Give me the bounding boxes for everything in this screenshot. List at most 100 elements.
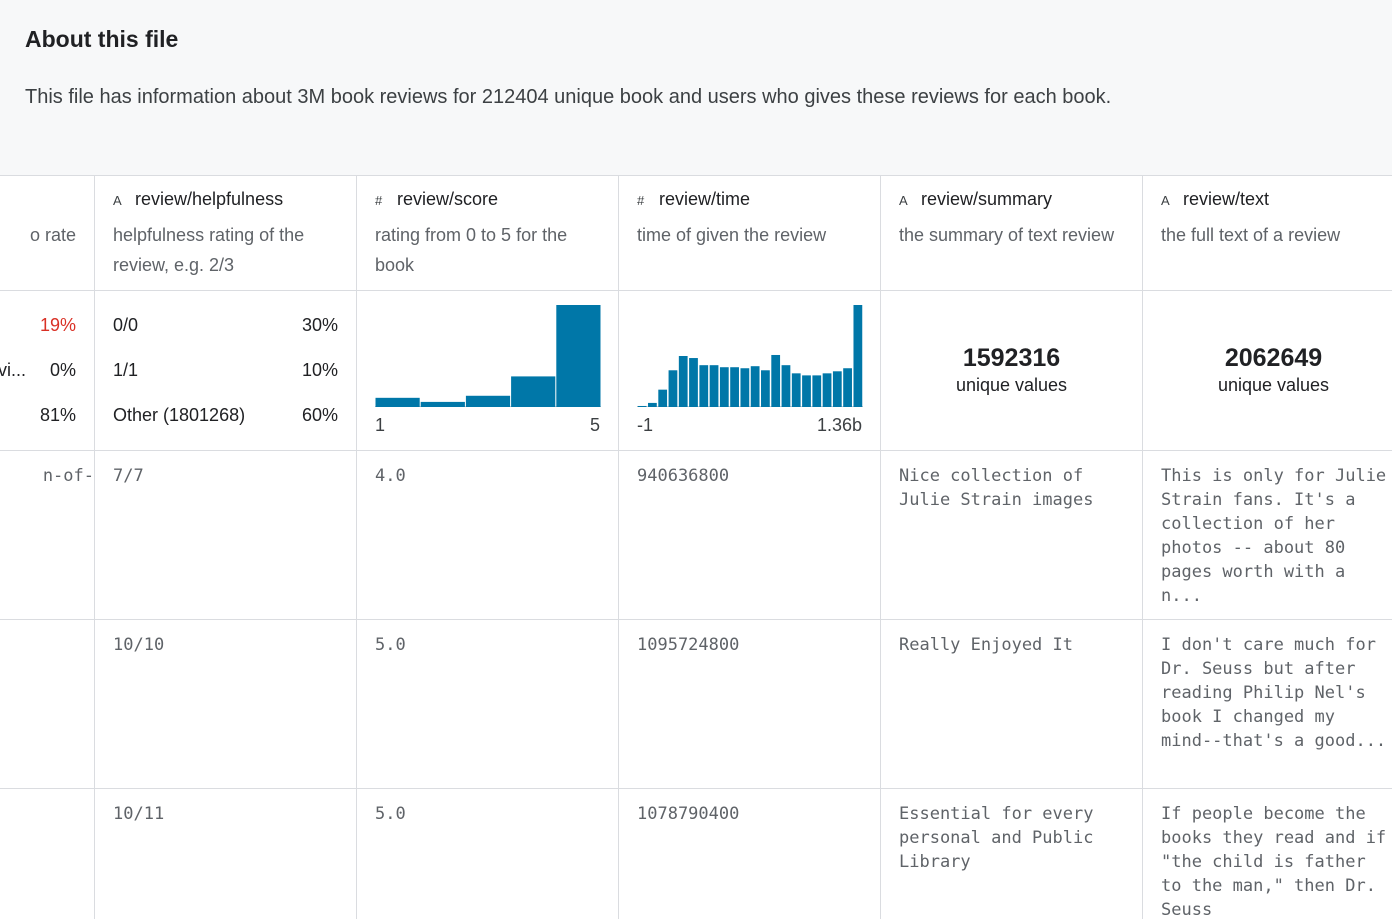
histogram-bar[interactable] <box>668 370 678 407</box>
column-description: the summary of text review <box>899 225 1115 245</box>
histogram-bar[interactable] <box>791 373 801 407</box>
table-row[interactable]: 10/11 <box>95 789 356 919</box>
column-review-summary: Areview/summary the summary of text revi… <box>881 176 1143 919</box>
column-description: helpfulness rating of the review, e.g. 2… <box>113 225 305 275</box>
table-row[interactable]: 1078790400 <box>619 789 880 919</box>
histogram-max-label: 5 <box>589 415 600 435</box>
table-row[interactable] <box>0 620 94 789</box>
unique-count: 2062649 <box>1224 344 1323 372</box>
column-stats: -1 1.36b <box>619 291 880 451</box>
table-cell: 5.0 <box>375 804 406 824</box>
category-percent: 10% <box>301 360 338 380</box>
table-cell: 1095724800 <box>637 635 740 655</box>
column-name: Areview/summary <box>899 189 1053 209</box>
table-row[interactable]: Really Enjoyed It <box>881 620 1142 789</box>
column-header[interactable]: Areview/helpfulness helpfulness rating o… <box>95 176 356 291</box>
category-row: 81% <box>0 405 76 429</box>
table-cell: 10/11 <box>113 804 165 824</box>
table-row[interactable]: 1095724800 <box>619 620 880 789</box>
unique-count: 1592316 <box>962 344 1061 372</box>
histogram-bar[interactable] <box>648 402 657 407</box>
table-row[interactable]: Nice collection of Julie Strain images <box>881 451 1142 620</box>
table-row[interactable]: 4.0 <box>357 451 618 620</box>
histogram-bar[interactable] <box>465 395 511 407</box>
column-stats: 1592316 unique values <box>881 291 1142 451</box>
column-partial: o rate 19% vi... 0% 81% n-of- <box>0 176 95 919</box>
histogram-bar[interactable] <box>719 367 729 407</box>
table-cell: Nice collection of Julie Strain images <box>899 466 1094 510</box>
table-row[interactable]: I don't care much for Dr. Seuss but afte… <box>1143 620 1392 789</box>
histogram-max-label: 1.36b <box>816 415 862 435</box>
string-type-icon: A <box>113 193 122 208</box>
histogram-bar[interactable] <box>420 401 465 407</box>
category-row: 19% <box>0 315 76 339</box>
histogram-bar[interactable] <box>832 371 842 407</box>
table-row[interactable]: 940636800 <box>619 451 880 620</box>
unique-label: unique values <box>1217 375 1330 395</box>
histogram-bar[interactable] <box>709 365 719 407</box>
string-type-icon: A <box>1161 193 1170 208</box>
table-row[interactable]: 7/7 <box>95 451 356 620</box>
about-description: This file has information about 3M book … <box>25 86 1112 108</box>
table-cell: n-of- <box>42 466 94 486</box>
histogram-bar[interactable] <box>730 367 739 407</box>
column-header[interactable]: # review/time time of given the review <box>619 176 880 291</box>
histogram-bar[interactable] <box>375 397 420 407</box>
unique-values-summary: 2062649 unique values <box>1143 343 1392 397</box>
table-cell: This is only for Julie Strain fans. It's… <box>1161 466 1387 606</box>
histogram-bar[interactable] <box>771 354 781 407</box>
column-header[interactable]: Areview/text the full text of a review <box>1143 176 1392 291</box>
column-name: Areview/text <box>1161 189 1270 209</box>
number-type-icon: # <box>375 193 383 208</box>
histogram-axis: -1 1.36b <box>637 415 862 437</box>
histogram-bar[interactable] <box>556 305 601 407</box>
category-label: Other (1801268) <box>113 405 246 425</box>
category-row[interactable]: 0/0 30% <box>113 315 338 339</box>
table-cell: 1078790400 <box>637 804 740 824</box>
histogram-bar[interactable] <box>843 368 852 407</box>
histogram-bar[interactable] <box>637 405 647 407</box>
histogram-bar[interactable] <box>750 366 760 407</box>
table-row[interactable]: n-of- <box>0 451 94 620</box>
histogram-bar[interactable] <box>853 305 863 407</box>
histogram-bar[interactable] <box>740 368 750 407</box>
category-row[interactable]: Other (1801268) 60% <box>113 405 338 429</box>
category-row[interactable]: 1/1 10% <box>113 360 338 384</box>
category-percent: 81% <box>39 405 76 425</box>
histogram-bar[interactable] <box>812 375 822 407</box>
histogram-bar[interactable] <box>678 356 688 407</box>
table-row[interactable]: 10/10 <box>95 620 356 789</box>
category-row: vi... 0% <box>0 360 76 384</box>
table-row[interactable]: Essential for every personal and Public … <box>881 789 1142 919</box>
histogram-bar[interactable] <box>511 376 556 407</box>
column-header[interactable]: Areview/summary the summary of text revi… <box>881 176 1142 291</box>
time-histogram[interactable] <box>637 303 863 407</box>
category-percent: 30% <box>301 315 338 335</box>
table-cell: Really Enjoyed It <box>899 635 1073 655</box>
score-histogram[interactable] <box>375 303 601 407</box>
histogram-bar[interactable] <box>802 375 811 407</box>
category-label: vi... <box>0 360 26 380</box>
column-header[interactable]: o rate <box>0 176 94 291</box>
histogram-bar[interactable] <box>761 370 770 407</box>
number-type-icon: # <box>637 193 645 208</box>
histogram-bar[interactable] <box>658 389 668 407</box>
table-row[interactable]: 5.0 <box>357 620 618 789</box>
histogram-bar[interactable] <box>689 358 698 407</box>
about-title: About this file <box>25 26 179 52</box>
table-row[interactable]: 5.0 <box>357 789 618 919</box>
table-row[interactable] <box>0 789 94 919</box>
category-percent: 0% <box>49 360 76 380</box>
histogram-bar[interactable] <box>822 373 832 407</box>
histogram-bar[interactable] <box>781 365 791 407</box>
table-row[interactable]: If people become the books they read and… <box>1143 789 1392 919</box>
column-header[interactable]: # review/score rating from 0 to 5 for the… <box>357 176 618 291</box>
column-stats: 0/0 30% 1/1 10% Other (1801268) 60% <box>95 291 356 451</box>
histogram-bar[interactable] <box>699 365 709 407</box>
table-row[interactable]: This is only for Julie Strain fans. It's… <box>1143 451 1392 620</box>
histogram-min-label: 1 <box>375 415 386 435</box>
category-label: 1/1 <box>113 360 139 380</box>
table-cell: I don't care much for Dr. Seuss but afte… <box>1161 635 1387 751</box>
table-cell: 7/7 <box>113 466 144 486</box>
column-name: # review/time <box>637 189 751 209</box>
